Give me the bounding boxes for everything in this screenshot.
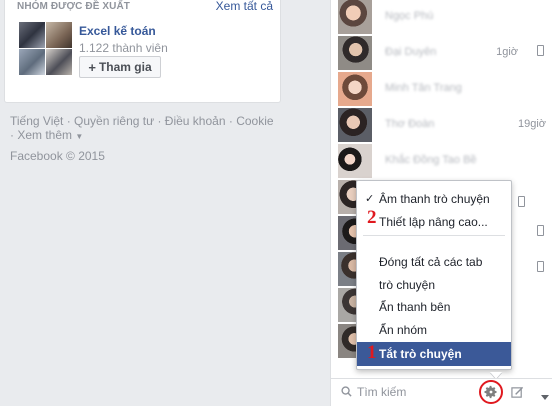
caret-down-icon: ▼ [75,132,84,141]
mobile-icon [537,45,544,56]
last-active-time: 1giờ [496,46,518,58]
compose-icon[interactable] [511,386,524,399]
group-photo-4 [46,49,72,75]
group-name-link[interactable]: Excel kế toán [79,24,156,38]
menu-item-close-all-tabs[interactable]: Đóng tất cả các tab trò chuyện [357,251,507,297]
chat-search-input[interactable] [357,382,477,402]
footer-link-privacy[interactable]: Quyền riêng tư [74,114,154,128]
menu-divider [363,235,505,236]
group-photo-3 [19,49,45,75]
annotation-marker-1: 1 [367,342,377,363]
menu-item-label: Thiết lập nâng cao... [379,215,488,229]
menu-item-label: Âm thanh trò chuyện [379,192,490,206]
chat-contact[interactable]: Ngọc Phú [338,0,548,34]
copyright: Facebook © 2015 [10,149,105,163]
annotation-marker-2: 2 [367,207,377,228]
avatar [338,36,372,70]
contact-name: Khắc Đồng Tao Bề [385,154,477,166]
contact-name: Đại Duyên [385,46,437,58]
suggested-groups-card: NHÓM ĐƯỢC ĐỀ XUẤT Xem tất cả Excel kế to… [4,0,281,103]
group-photo-1 [19,22,45,48]
card-header: NHÓM ĐƯỢC ĐỀ XUẤT Xem tất cả [15,0,277,14]
see-all-link[interactable]: Xem tất cả [216,0,273,13]
contact-name: Ngọc Phú [385,10,434,22]
menu-item-hide-sidebar[interactable]: Ẩn thanh bên [357,299,511,315]
avatar [338,108,372,142]
group-photo-2 [46,22,72,48]
menu-item-label: Đóng tất cả các tab trò chuyện [379,255,483,292]
contact-name: Minh Tân Trang [385,82,462,94]
chat-contact[interactable]: Đại Duyên 1giờ [338,36,548,70]
chat-settings-button[interactable] [479,380,503,404]
avatar [338,0,372,34]
plus-icon: + [88,59,96,75]
search-icon [341,386,352,397]
footer-links: Tiếng Việt · Quyền riêng tư · Điều khoản… [10,114,274,142]
menu-item-label: Ẩn nhóm [379,323,428,337]
mobile-icon [537,261,544,272]
gear-icon [484,385,497,399]
group-photo[interactable] [19,22,72,75]
last-active-time: 19giờ [517,118,546,130]
chat-contact[interactable]: Minh Tân Trang [338,72,548,106]
card-title: NHÓM ĐƯỢC ĐỀ XUẤT [17,1,130,12]
menu-item-label: Ẩn thanh bên [379,300,451,314]
group-member-count: 1.122 thành viên [79,41,168,55]
avatar [338,144,372,178]
join-group-button[interactable]: + Tham gia [79,56,161,78]
menu-item-label: Tắt trò chuyện [379,347,462,361]
scroll-down-arrow[interactable] [541,395,549,400]
footer-link-more[interactable]: Xem thêm [17,128,72,142]
contact-name: Thơ Đoàn [385,118,435,130]
menu-item-hide-groups[interactable]: Ẩn nhóm [357,322,511,338]
menu-item-advanced-settings[interactable]: Thiết lập nâng cao... [357,214,511,230]
chat-contact[interactable]: Khắc Đồng Tao Bề [338,144,548,178]
footer-link-cookie[interactable]: Cookie [236,114,273,128]
avatar [338,72,372,106]
footer-link-terms[interactable]: Điều khoản [165,114,226,128]
menu-item-chat-sound[interactable]: ✓ Âm thanh trò chuyện [357,191,511,207]
footer-link-language[interactable]: Tiếng Việt [10,114,63,128]
chat-contact[interactable]: Thơ Đoàn 19giờ [338,108,548,142]
join-button-label: Tham gia [98,60,152,74]
check-icon: ✓ [365,193,375,205]
chat-options-menu: ✓ Âm thanh trò chuyện Thiết lập nâng cao… [356,180,512,370]
mobile-icon [518,196,525,207]
mobile-icon [537,225,544,236]
chat-search-bar [330,378,552,406]
menu-item-turn-off-chat[interactable]: Tắt trò chuyện [357,342,511,366]
